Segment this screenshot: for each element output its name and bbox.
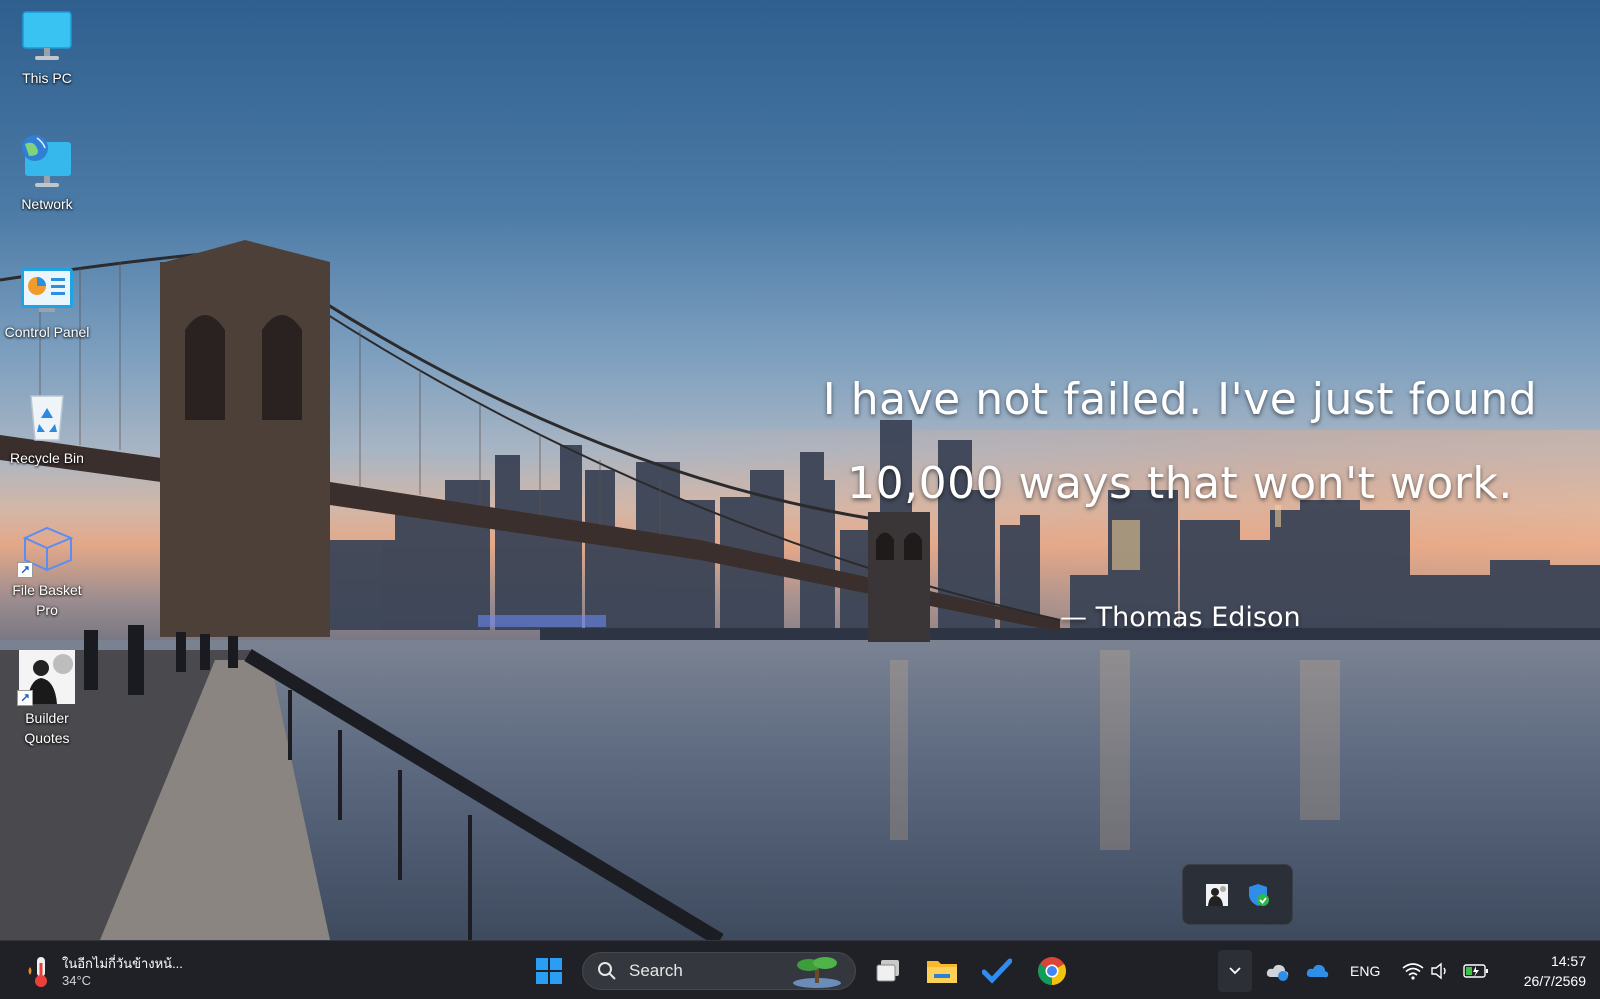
desktop-icon-label: Control Panel <box>4 324 90 340</box>
taskbar-clock[interactable]: 14:57 26/7/2569 <box>1524 951 1586 991</box>
box-icon: ↗ <box>17 520 77 578</box>
taskbar: ในอีกไม่กี่วันข้างหน้... 34°C Search ENG… <box>0 940 1600 999</box>
volume-icon[interactable] <box>1430 941 1452 999</box>
desktop-icon-label: Network <box>21 196 73 212</box>
file-explorer-icon <box>927 961 957 983</box>
wallpaper-quote: I have not failed. I've just found 10,00… <box>822 374 1538 509</box>
recycle-bin-icon <box>17 388 77 446</box>
start-icon <box>536 958 562 984</box>
taskbar-search[interactable]: Search <box>582 952 856 990</box>
weather-text: ในอีกไม่กี่วันข้างหน้... <box>62 956 183 971</box>
clock-time: 14:57 <box>1550 953 1586 969</box>
tray-overflow-popup <box>1182 864 1293 925</box>
desktop-icon-label: This PC <box>22 70 72 86</box>
task-view-button[interactable] <box>866 949 910 993</box>
builder-quotes-tray-icon[interactable] <box>1204 882 1230 908</box>
desktop-icon-recycle-bin[interactable]: Recycle Bin <box>2 388 92 468</box>
bonsai-search-highlight-icon <box>793 957 841 988</box>
chrome-icon <box>1038 957 1066 985</box>
language-label: ENG <box>1350 962 1381 979</box>
onedrive-icon[interactable] <box>1306 941 1330 999</box>
wifi-icon[interactable] <box>1402 941 1424 999</box>
wallpaper-quote-author: — Thomas Edison <box>1060 602 1301 633</box>
start-button[interactable] <box>527 949 571 993</box>
desktop-icon-builder-quotes[interactable]: ↗ Builder Quotes <box>2 648 92 748</box>
search-placeholder: Search <box>629 961 683 980</box>
clock-date: 26/7/2569 <box>1523 973 1586 989</box>
cloud-sync-tray-icon[interactable] <box>1266 941 1290 999</box>
thermometer-icon <box>24 953 54 989</box>
language-indicator[interactable]: ENG <box>1350 941 1380 999</box>
todo-icon <box>982 958 1012 984</box>
desktop-icon-label: Recycle Bin <box>10 450 84 466</box>
builder-quotes-icon: ↗ <box>17 648 77 706</box>
desktop-icon-control-panel[interactable]: Control Panel <box>2 262 92 342</box>
weather-widget[interactable]: ในอีกไม่กี่วันข้างหน้... 34°C <box>24 949 183 993</box>
weather-temp: 34°C <box>62 973 92 988</box>
search-icon <box>598 962 616 980</box>
desktop-icon-file-basket-pro[interactable]: ↗ File Basket Pro <box>2 520 92 620</box>
shortcut-arrow-icon: ↗ <box>17 562 33 578</box>
chrome-button[interactable] <box>1030 949 1074 993</box>
todo-button[interactable] <box>975 949 1019 993</box>
battery-icon[interactable] <box>1462 941 1490 999</box>
file-explorer-button[interactable] <box>920 949 964 993</box>
tray-overflow-button[interactable] <box>1218 941 1252 999</box>
desktop-icon-this-pc[interactable]: This PC <box>2 8 92 88</box>
desktop-icon-label: File Basket Pro <box>12 582 82 618</box>
desktop-icon-network[interactable]: Network <box>2 134 92 214</box>
control-panel-icon <box>17 262 77 320</box>
security-shield-icon[interactable] <box>1245 882 1271 908</box>
chevron-down-icon <box>1229 966 1241 974</box>
desktop-icon-label: Builder Quotes <box>24 710 70 746</box>
network-icon <box>17 134 77 192</box>
monitor-icon <box>17 8 77 66</box>
task-view-icon <box>876 960 899 982</box>
shortcut-arrow-icon: ↗ <box>17 690 33 706</box>
